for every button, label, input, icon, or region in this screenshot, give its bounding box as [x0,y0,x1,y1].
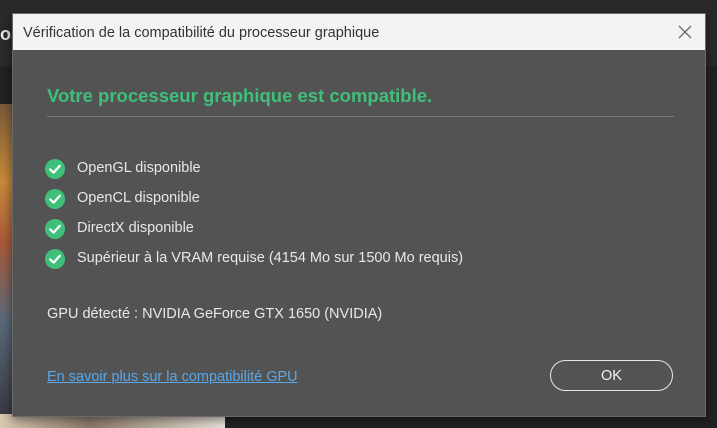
check-circle-icon [45,249,65,269]
learn-more-link[interactable]: En savoir plus sur la compatibilité GPU [47,368,298,386]
dialog-titlebar: Vérification de la compatibilité du proc… [13,14,705,50]
check-item-opengl: OpenGL disponible [45,157,665,187]
check-label: Supérieur à la VRAM requise (4154 Mo sur… [77,250,464,266]
compatibility-headline: Votre processeur graphique est compatibl… [47,85,433,106]
check-circle-icon [45,159,65,179]
check-item-opencl: OpenCL disponible [45,187,665,217]
check-label: OpenCL disponible [77,190,200,206]
gpu-detected-text: GPU détecté : NVIDIA GeForce GTX 1650 (N… [47,306,383,322]
check-circle-icon [45,219,65,239]
close-button[interactable] [673,20,697,44]
gpu-compatibility-dialog: Vérification de la compatibilité du proc… [12,13,706,417]
background-partial-title: os [0,24,12,44]
check-list: OpenGL disponible OpenCL disponible Dire… [45,157,665,277]
check-circle-icon [45,189,65,209]
divider [47,116,674,117]
check-item-vram: Supérieur à la VRAM requise (4154 Mo sur… [45,247,665,277]
check-label: OpenGL disponible [77,160,201,176]
dialog-title: Vérification de la compatibilité du proc… [23,25,380,41]
ok-button[interactable]: OK [550,360,673,391]
close-icon [678,25,692,39]
check-item-directx: DirectX disponible [45,217,665,247]
check-label: DirectX disponible [77,220,194,236]
